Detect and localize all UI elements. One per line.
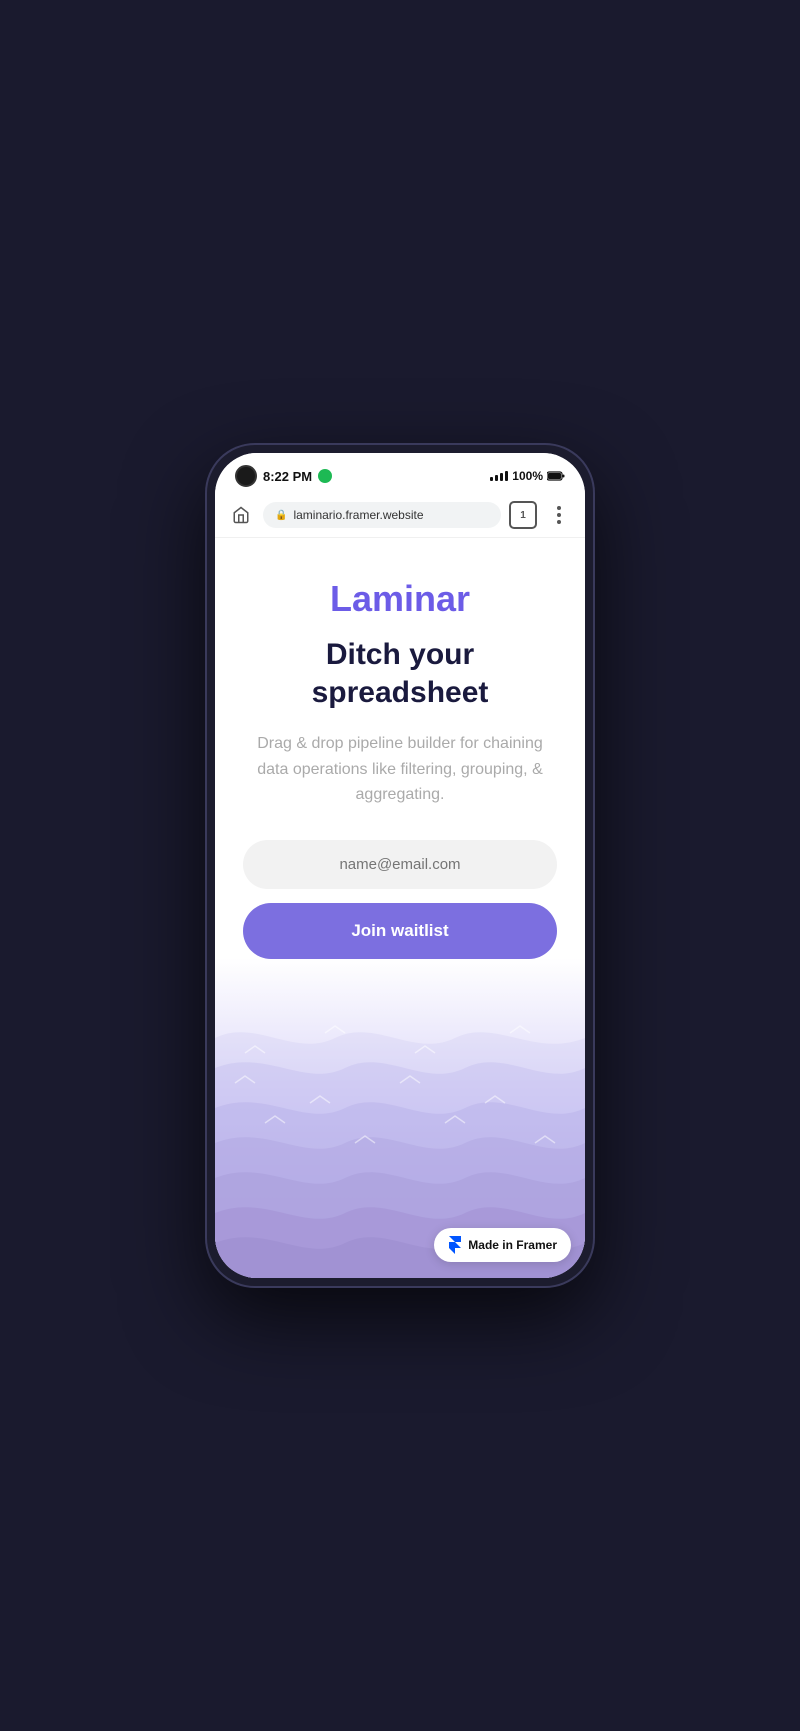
signal-bar-2: [495, 475, 498, 481]
status-time: 8:22 PM: [263, 469, 312, 484]
hero-subtext: Drag & drop pipeline builder for chainin…: [250, 731, 550, 808]
menu-dot-3: [557, 520, 561, 524]
home-button[interactable]: [227, 501, 255, 529]
menu-button[interactable]: [545, 501, 573, 529]
main-content: Laminar Ditch your spreadsheet Drag & dr…: [215, 538, 585, 1278]
hero-headline: Ditch your spreadsheet: [312, 636, 489, 711]
tab-button[interactable]: 1: [509, 501, 537, 529]
signal-bars: [490, 471, 508, 481]
spotify-icon: [318, 469, 332, 483]
camera-icon: [235, 465, 257, 487]
framer-badge-text: Made in Framer: [468, 1238, 557, 1252]
url-bar[interactable]: 🔒 laminario.framer.website: [263, 502, 501, 528]
tab-count: 1: [520, 510, 526, 521]
framer-badge[interactable]: Made in Framer: [434, 1228, 571, 1262]
join-waitlist-button[interactable]: Join waitlist: [243, 903, 557, 959]
battery-icon: [547, 471, 565, 481]
phone-device: 8:22 PM 100%: [205, 443, 595, 1288]
signal-bar-1: [490, 477, 493, 481]
menu-dot-2: [557, 513, 561, 517]
status-bar: 8:22 PM 100%: [215, 453, 585, 493]
email-input[interactable]: [243, 840, 557, 889]
battery-percent: 100%: [512, 469, 543, 483]
lock-icon: 🔒: [275, 510, 287, 521]
headline-line1: Ditch your: [326, 638, 474, 671]
browser-bar: 🔒 laminario.framer.website 1: [215, 493, 585, 538]
content-area: Laminar Ditch your spreadsheet Drag & dr…: [243, 578, 557, 959]
status-right: 100%: [490, 469, 565, 483]
framer-logo-icon: [448, 1236, 462, 1254]
url-text: laminario.framer.website: [293, 508, 423, 522]
menu-dot-1: [557, 506, 561, 510]
status-left: 8:22 PM: [235, 465, 332, 487]
app-title: Laminar: [330, 578, 470, 620]
phone-screen: 8:22 PM 100%: [215, 453, 585, 1278]
signal-bar-4: [505, 471, 508, 481]
signal-bar-3: [500, 473, 503, 481]
headline-line2: spreadsheet: [312, 676, 489, 709]
page-content: Laminar Ditch your spreadsheet Drag & dr…: [215, 538, 585, 1278]
